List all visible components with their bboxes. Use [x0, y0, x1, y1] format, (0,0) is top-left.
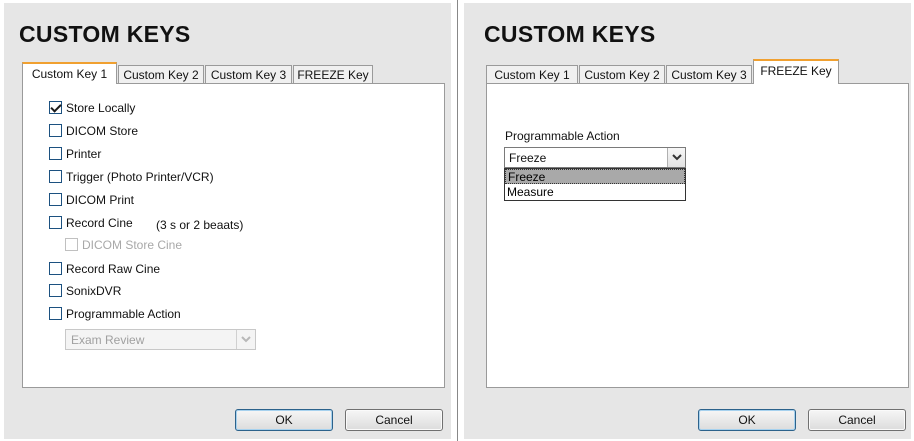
checkbox[interactable]	[49, 307, 62, 320]
option-label: Printer	[66, 147, 102, 161]
option-label: Record Raw Cine	[66, 262, 161, 276]
option-label: Record Cine	[66, 216, 133, 230]
checkbox[interactable]	[49, 284, 62, 297]
cancel-button[interactable]: Cancel	[345, 409, 443, 431]
tab-panel: Store Locally DICOM Store Printer Trigge…	[22, 83, 445, 388]
option-label: DICOM Store Cine	[82, 238, 183, 252]
select-value: Exam Review	[71, 333, 145, 347]
checkbox-checked[interactable]	[49, 101, 62, 114]
option-label: SonixDVR	[66, 284, 122, 298]
custom-keys-dialog-left: CUSTOM KEYS Custom Key 1 Custom Key 2 Cu…	[4, 3, 451, 439]
tab-custom-key-2[interactable]: Custom Key 2	[579, 65, 665, 83]
tab-custom-key-1[interactable]: Custom Key 1	[22, 62, 117, 84]
ok-button[interactable]: OK	[235, 409, 333, 431]
dropdown-list: Freeze Measure	[504, 168, 686, 201]
checkbox[interactable]	[49, 147, 62, 160]
option-label: DICOM Print	[66, 193, 135, 207]
option-label: Store Locally	[66, 101, 136, 115]
checkbox-disabled	[65, 238, 78, 251]
tab-freeze-key[interactable]: FREEZE Key	[293, 65, 373, 83]
programmable-action-select: Exam Review	[65, 329, 256, 350]
option-label: Trigger (Photo Printer/VCR)	[66, 170, 214, 184]
select-value: Freeze	[509, 151, 547, 165]
checkbox[interactable]	[49, 262, 62, 275]
dropdown-option-measure[interactable]: Measure	[505, 185, 685, 200]
programmable-action-label: Programmable Action	[505, 129, 620, 143]
cancel-button[interactable]: Cancel	[808, 409, 906, 431]
dialog-title: CUSTOM KEYS	[19, 21, 191, 47]
tab-custom-key-2[interactable]: Custom Key 2	[118, 65, 204, 83]
option-label: DICOM Store	[66, 124, 139, 138]
checkbox[interactable]	[49, 170, 62, 183]
chevron-down-icon	[236, 330, 255, 349]
tab-custom-key-3[interactable]: Custom Key 3	[205, 65, 292, 83]
checkbox[interactable]	[49, 193, 62, 206]
programmable-action-select[interactable]: Freeze	[504, 147, 686, 168]
option-label: Programmable Action	[66, 307, 181, 321]
dropdown-option-freeze[interactable]: Freeze	[505, 169, 685, 184]
checkbox[interactable]	[49, 216, 62, 229]
tab-panel: Programmable Action Freeze Freeze Measur…	[486, 83, 909, 388]
tab-custom-key-3[interactable]: Custom Key 3	[666, 65, 752, 83]
tab-custom-key-1[interactable]: Custom Key 1	[486, 65, 578, 83]
custom-keys-dialog-right: CUSTOM KEYS Custom Key 1 Custom Key 2 Cu…	[464, 3, 911, 439]
divider-line	[457, 0, 458, 441]
ok-button[interactable]: OK	[698, 409, 796, 431]
dialog-title: CUSTOM KEYS	[484, 21, 656, 47]
record-cine-note: (3 s or 2 beaats)	[156, 218, 244, 232]
checkbox[interactable]	[49, 124, 62, 137]
chevron-down-icon[interactable]	[667, 148, 685, 167]
tab-freeze-key[interactable]: FREEZE Key	[753, 59, 839, 84]
